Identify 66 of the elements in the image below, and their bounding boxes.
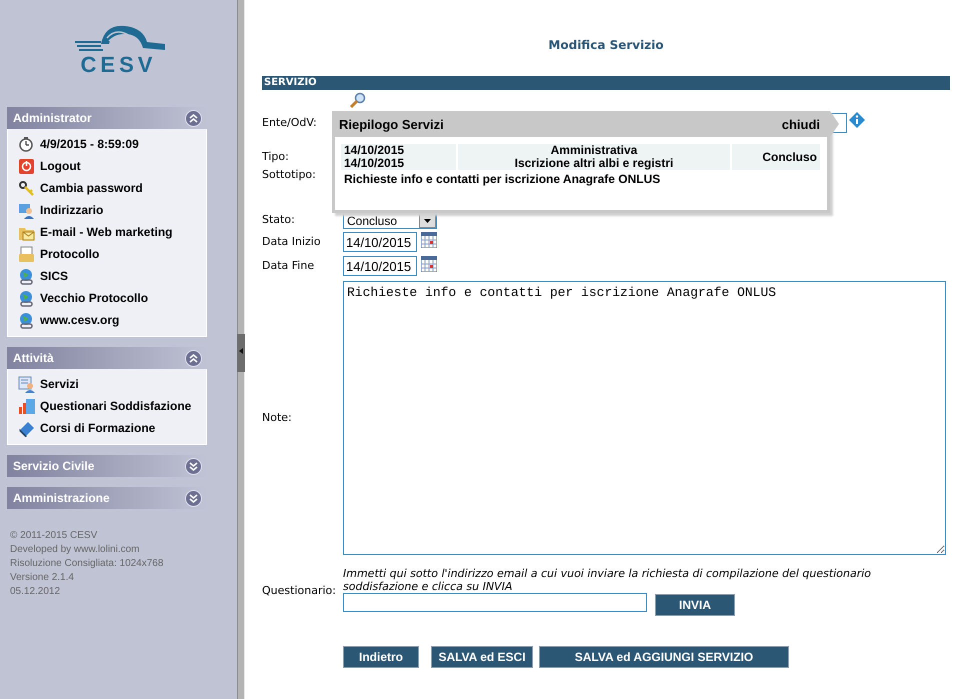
page-title: Modifica Servizio (547, 37, 665, 54)
menu-item[interactable]: Protocollo (18, 243, 206, 265)
menu-item[interactable]: E-mail - Web marketing (18, 221, 206, 243)
menu-item[interactable]: Logout (18, 155, 206, 177)
splitter[interactable] (237, 0, 245, 699)
menu-item[interactable]: Vecchio Protocollo (18, 287, 206, 309)
menu-item[interactable]: Questionari Soddisfazione (18, 395, 206, 417)
clock-icon (18, 136, 35, 152)
menu-item[interactable]: Servizi (18, 373, 206, 395)
power-icon (18, 158, 35, 174)
bar-chart-icon (18, 398, 35, 414)
menu-item[interactable]: Indirizzario (18, 199, 206, 221)
hint-text: Immetti qui sotto l'indirizzo email a cui vuoi inviare la richiesta di compilazione del questionario soddisfazione e clicca su INVIA (343, 567, 872, 593)
action-button[interactable]: SALVA ed AGGIUNGI SERVIZIO (539, 646, 789, 668)
footer-text: Risoluzione Consigliata: 1024x768 (10, 557, 164, 571)
calendar-icon (421, 232, 437, 248)
field-label: Note: (262, 410, 292, 424)
field-label: Tipo: (262, 150, 289, 163)
send-button[interactable]: INVIA (655, 594, 735, 616)
panel-title: Administrator (13, 111, 92, 125)
menu-item[interactable]: 4/9/2015 - 8:59:09 (18, 133, 206, 155)
popup-note: Richieste info e contatti per iscrizione Anagrafe ONLUS (343, 172, 662, 186)
field-label: Data Fine (262, 258, 314, 272)
globe-link-icon (18, 268, 35, 284)
globe-link-icon (18, 290, 35, 306)
menu-item[interactable]: www.cesv.org (18, 309, 206, 331)
notes-field[interactable]: Richieste info e contatti per iscrizione Anagrafe ONLUS (343, 281, 946, 555)
key-icon (18, 180, 35, 196)
users-list-icon (18, 376, 35, 392)
action-button[interactable]: Indietro (343, 646, 419, 668)
splitter-handle[interactable] (237, 334, 245, 372)
menu-item[interactable]: Cambia password (18, 177, 206, 199)
caret-down-icon (424, 218, 431, 222)
footer-text: Developed by www.lolini.com (10, 543, 141, 557)
table-cell: 14/10/2015 14/10/2015 (341, 144, 456, 170)
search-icon (349, 92, 367, 108)
info-icon (849, 112, 865, 128)
logo-text: CESV (80, 54, 156, 76)
footer-text: Versione 2.1.4 (10, 571, 75, 585)
date-field[interactable]: 14/10/2015 (343, 232, 417, 252)
panel-title: Attività (13, 351, 54, 365)
action-button[interactable]: SALVA ed ESCI (431, 646, 533, 668)
menu-item[interactable]: SICS (18, 265, 206, 287)
date-field[interactable]: 14/10/2015 (343, 256, 417, 276)
footer-text: © 2011-2015 CESV (10, 529, 98, 543)
calendar-icon (421, 256, 437, 272)
globe-link-icon (18, 312, 35, 328)
popup-title: Riepilogo Servizi (339, 116, 444, 132)
footer-text: 05.12.2012 (10, 585, 62, 599)
table-cell: Amministrativa Iscrizione altri albi e registri (458, 144, 730, 170)
email-field[interactable] (343, 593, 647, 612)
field-label: Questionario: (262, 584, 336, 598)
field-label: Data Inizio (262, 234, 321, 248)
section-header: SERVIZIO (262, 76, 950, 90)
panel-title: Servizio Civile (13, 459, 94, 473)
address-book-icon (18, 202, 35, 218)
close-link[interactable]: chiudi (782, 116, 820, 132)
book-icon (18, 420, 35, 436)
table-cell: Concluso (732, 144, 820, 170)
field-label: Stato: (262, 213, 295, 226)
menu-item[interactable]: Corsi di Formazione (18, 417, 206, 439)
field-label: Sottotipo: (262, 168, 316, 181)
document-icon (18, 246, 35, 262)
arrow-left-icon (239, 348, 243, 354)
panel-title: Amministrazione (13, 491, 110, 505)
field-label: Ente/OdV: (262, 116, 317, 129)
